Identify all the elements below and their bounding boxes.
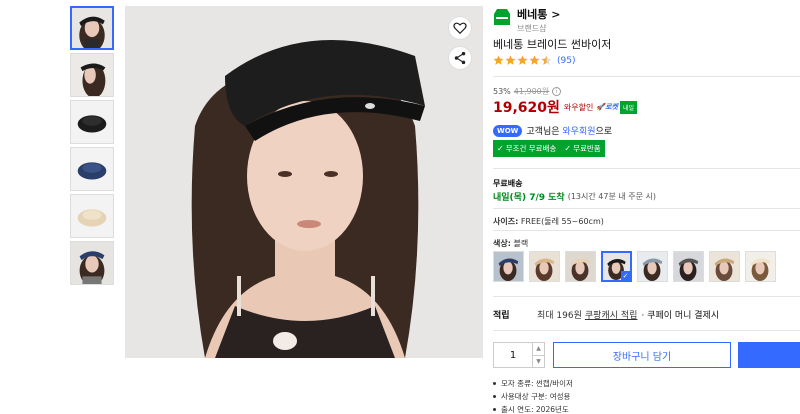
delivery-note: (13시간 47분 내 주문 시) bbox=[567, 192, 657, 201]
thumbnail-2[interactable] bbox=[70, 53, 114, 97]
wow-text-prefix: 고객님은 bbox=[526, 127, 560, 137]
check-icon: ✓ bbox=[497, 144, 504, 153]
divider bbox=[493, 76, 800, 77]
size-label: 사이즈: bbox=[493, 217, 519, 226]
thumbnail-1[interactable] bbox=[70, 6, 114, 50]
wow-member-link[interactable]: 와우회원 bbox=[562, 124, 595, 137]
thumbnail-list bbox=[70, 6, 116, 288]
spec-item: 출시 연도: 2026년도 bbox=[493, 404, 573, 414]
points-label: 적립 bbox=[493, 311, 510, 321]
shipping-title: 무료배송 bbox=[493, 179, 523, 188]
product-title: 베네통 브레이드 썬바이저 bbox=[493, 38, 612, 51]
review-count[interactable]: (95) bbox=[557, 56, 575, 66]
divider bbox=[493, 208, 800, 209]
info-icon[interactable]: i bbox=[552, 87, 562, 96]
color-swatch[interactable] bbox=[637, 251, 668, 282]
quantity-up-icon[interactable]: ▲ bbox=[533, 343, 544, 355]
shipping-badges: ✓ 무조건 무료배송 ✓ 무료반품 bbox=[493, 140, 605, 157]
star-full-icon bbox=[505, 55, 516, 65]
spec-list: 모자 종류: 썬캡/바이저 사용대상 구분: 여성용 출시 연도: 2026년도 bbox=[493, 378, 573, 414]
color-swatches: ✓ bbox=[493, 251, 781, 282]
product-info-panel: 베네통 > 브랜드샵 베네통 브레이드 썬바이저 (95) 53% 41,900… bbox=[493, 0, 800, 414]
original-price: 41,900원 bbox=[513, 87, 550, 96]
color-swatch[interactable] bbox=[673, 251, 704, 282]
wow-member-row: WOW 고객님은 와우회원 으로 bbox=[493, 124, 612, 137]
sale-price: 19,620원 bbox=[493, 100, 560, 116]
check-icon: ✓ bbox=[621, 271, 630, 280]
color-swatch[interactable] bbox=[709, 251, 740, 282]
color-swatch[interactable] bbox=[493, 251, 524, 282]
thumbnail-3[interactable] bbox=[70, 100, 114, 144]
thumbnail-6[interactable] bbox=[70, 241, 114, 285]
size-value: FREE(둘레 55~60cm) bbox=[520, 217, 604, 226]
price-row: 19,620원 와우할인 🚀로켓 내일 bbox=[493, 97, 638, 117]
buy-now-button[interactable] bbox=[738, 342, 800, 368]
star-full-icon bbox=[493, 55, 504, 65]
thumbnail-4[interactable] bbox=[70, 147, 114, 191]
spec-item: 사용대상 구분: 여성용 bbox=[493, 391, 573, 402]
wishlist-heart-button[interactable] bbox=[448, 16, 472, 40]
color-swatch[interactable] bbox=[745, 251, 776, 282]
wow-badge: WOW bbox=[493, 124, 523, 137]
main-product-image bbox=[125, 6, 483, 358]
wow-text-suffix: 으로 bbox=[595, 127, 613, 137]
rating[interactable]: (95) bbox=[493, 55, 575, 66]
discount-row: 53% 41,900원 i bbox=[493, 86, 562, 97]
divider bbox=[493, 296, 800, 297]
rocket-label: 로켓 bbox=[605, 103, 618, 111]
divider bbox=[493, 330, 800, 331]
add-to-cart-button[interactable]: 장바구니 담기 bbox=[553, 342, 731, 368]
thumbnail-5[interactable] bbox=[70, 194, 114, 238]
brand-shop-icon bbox=[494, 9, 510, 25]
divider bbox=[493, 230, 800, 231]
quantity-input[interactable] bbox=[494, 343, 532, 367]
check-icon: ✓ bbox=[564, 144, 572, 153]
share-button[interactable] bbox=[448, 46, 472, 70]
color-swatch[interactable] bbox=[565, 251, 596, 282]
points-amount: 최대 196원 bbox=[537, 311, 582, 321]
star-full-icon bbox=[529, 55, 540, 65]
rocket-delivery-badge: 🚀로켓 bbox=[596, 103, 618, 111]
brand-subtitle: 브랜드샵 bbox=[517, 24, 547, 33]
share-icon bbox=[454, 51, 466, 65]
price-label: 와우할인 bbox=[563, 102, 594, 112]
points-row: 적립 최대 196원 쿠팡캐시 적립 · 쿠페이 머니 결제시 bbox=[493, 308, 719, 321]
coupang-cash-link[interactable]: 쿠팡캐시 적립 bbox=[585, 308, 638, 321]
discount-rate: 53% bbox=[493, 87, 511, 96]
color-swatch-selected[interactable]: ✓ bbox=[601, 251, 632, 282]
color-label: 색상: bbox=[493, 239, 511, 248]
divider bbox=[493, 168, 800, 169]
brand-link[interactable]: 베네통 > 브랜드샵 bbox=[493, 6, 560, 34]
heart-icon bbox=[453, 22, 467, 35]
color-option: 색상: 블랙 bbox=[493, 238, 528, 249]
color-swatch[interactable] bbox=[529, 251, 560, 282]
brand-name[interactable]: 베네통 > bbox=[517, 6, 560, 22]
spec-item: 모자 종류: 썬캡/바이저 bbox=[493, 378, 573, 389]
delivery-date-row: 내일(목) 7/9 도착 (13시간 47분 내 주문 시) bbox=[493, 190, 656, 203]
quantity-arrows: ▲ ▼ bbox=[532, 343, 544, 367]
delivery-date: 내일(목) 7/9 도착 bbox=[493, 193, 565, 203]
quantity-stepper: ▲ ▼ bbox=[493, 342, 545, 368]
star-half-icon bbox=[541, 55, 552, 65]
points-note: · 쿠페이 머니 결제시 bbox=[641, 311, 720, 321]
free-shipping-badge: ✓ 무조건 무료배송 bbox=[493, 140, 561, 157]
size-option: 사이즈: FREE(둘레 55~60cm) bbox=[493, 216, 604, 227]
star-full-icon bbox=[517, 55, 528, 65]
rocket-tomorrow-badge: 내일 bbox=[619, 100, 638, 114]
color-value: 블랙 bbox=[513, 239, 529, 248]
quantity-down-icon[interactable]: ▼ bbox=[533, 354, 544, 368]
free-return-badge: ✓ 무료반품 bbox=[560, 140, 605, 157]
